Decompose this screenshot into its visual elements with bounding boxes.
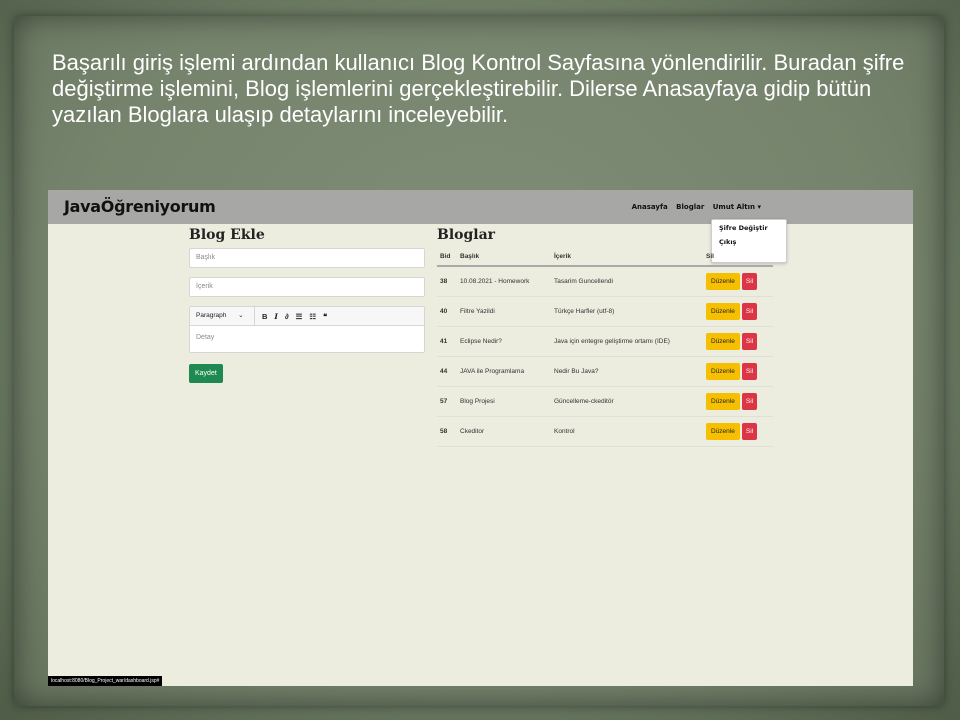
row-title: 10.08.2021 - Homework	[457, 266, 551, 297]
bulleted-list-icon[interactable]: ☰	[296, 312, 303, 321]
delete-button[interactable]: Sil	[741, 303, 758, 320]
add-blog-heading: Blog Ekle	[189, 227, 265, 243]
editor-toolbar: Paragraph ⌄ B I ∂ ☰ ☷ ❝	[190, 307, 424, 326]
edit-button[interactable]: Düzenle	[706, 423, 740, 440]
blockquote-icon[interactable]: ❝	[323, 312, 327, 321]
edit-button[interactable]: Düzenle	[706, 393, 740, 410]
title-input[interactable]: Başlık	[189, 248, 425, 268]
edit-button[interactable]: Düzenle	[706, 273, 740, 290]
delete-button[interactable]: Sil	[741, 273, 758, 290]
blog-table: Bid Başlık İçerik Sil 38 10.08.2021 - Ho…	[437, 248, 773, 447]
row-title: Filtre Yazildi	[457, 296, 551, 327]
blog-list-heading: Bloglar	[437, 227, 496, 243]
row-content: Güncelleme-ckeditör	[551, 386, 703, 417]
row-content: Türkçe Harfler (utf-8)	[551, 296, 703, 327]
table-row: 41 Eclipse Nedir? Java için entegre geli…	[437, 326, 773, 357]
row-bid: 57	[437, 386, 457, 417]
edit-button[interactable]: Düzenle	[706, 303, 740, 320]
italic-icon[interactable]: I	[274, 312, 278, 321]
nav-links: Anasayfa Bloglar Umut Altın ▾	[626, 203, 761, 211]
delete-button[interactable]: Sil	[741, 423, 758, 440]
blog-list-panel: Bloglar Bid Başlık İçerik Sil 38 10.08.2…	[437, 227, 773, 447]
dashboard-screenshot: JavaÖğreniyorum Anasayfa Bloglar Umut Al…	[48, 190, 913, 686]
table-row: 58 Ckeditor Kontrol Düzenle Sil	[437, 416, 773, 447]
table-row: 40 Filtre Yazildi Türkçe Harfler (utf-8)…	[437, 296, 773, 327]
paragraph-select[interactable]: Paragraph ⌄	[190, 307, 255, 325]
numbered-list-icon[interactable]: ☷	[309, 312, 316, 321]
row-bid: 44	[437, 356, 457, 387]
edit-button[interactable]: Düzenle	[706, 333, 740, 350]
brand-logo[interactable]: JavaÖğreniyorum	[64, 197, 216, 216]
row-bid: 41	[437, 326, 457, 357]
nav-link-blogs[interactable]: Bloglar	[676, 203, 704, 211]
user-menu-toggle[interactable]: Umut Altın ▾	[713, 203, 761, 211]
row-content: Nedir Bu Java?	[551, 356, 703, 387]
save-button[interactable]: Kaydet	[189, 364, 223, 383]
bold-icon[interactable]: B	[262, 312, 267, 321]
add-blog-panel: Blog Ekle Başlık İçerik Paragraph ⌄ B I …	[189, 227, 425, 383]
table-row: 44 JAVA ile Programlama Nedir Bu Java? D…	[437, 356, 773, 387]
edit-button[interactable]: Düzenle	[706, 363, 740, 380]
table-row: 38 10.08.2021 - Homework Tasarim Guncell…	[437, 266, 773, 297]
link-icon[interactable]: ∂	[285, 312, 289, 321]
row-content: Tasarim Guncellendi	[551, 266, 703, 297]
slide-caption: Başarılı giriş işlemi ardından kullanıcı…	[52, 50, 905, 127]
row-bid: 38	[437, 266, 457, 297]
column-header-content: İçerik	[551, 248, 703, 267]
delete-button[interactable]: Sil	[741, 333, 758, 350]
row-title: Eclipse Nedir?	[457, 326, 551, 357]
row-bid: 40	[437, 296, 457, 327]
delete-button[interactable]: Sil	[741, 393, 758, 410]
column-header-title: Başlık	[457, 248, 551, 267]
delete-button[interactable]: Sil	[741, 363, 758, 380]
content-input[interactable]: İçerik	[189, 277, 425, 297]
column-header-delete: Sil	[703, 248, 773, 267]
browser-status-url: localhost:8080/Blog_Project_war/dashboar…	[48, 676, 163, 686]
column-header-bid: Bid	[437, 248, 457, 267]
detail-editor-body[interactable]: Detay	[190, 326, 424, 352]
nav-link-home[interactable]: Anasayfa	[632, 203, 668, 211]
table-row: 57 Blog Projesi Güncelleme-ckeditör Düze…	[437, 386, 773, 417]
row-title: Blog Projesi	[457, 386, 551, 417]
row-title: Ckeditor	[457, 416, 551, 447]
rich-text-editor: Paragraph ⌄ B I ∂ ☰ ☷ ❝ Detay	[189, 306, 425, 353]
row-content: Java için entegre geliştirme ortamı (IDE…	[551, 326, 703, 357]
row-bid: 58	[437, 416, 457, 447]
row-title: JAVA ile Programlama	[457, 356, 551, 387]
row-content: Kontrol	[551, 416, 703, 447]
